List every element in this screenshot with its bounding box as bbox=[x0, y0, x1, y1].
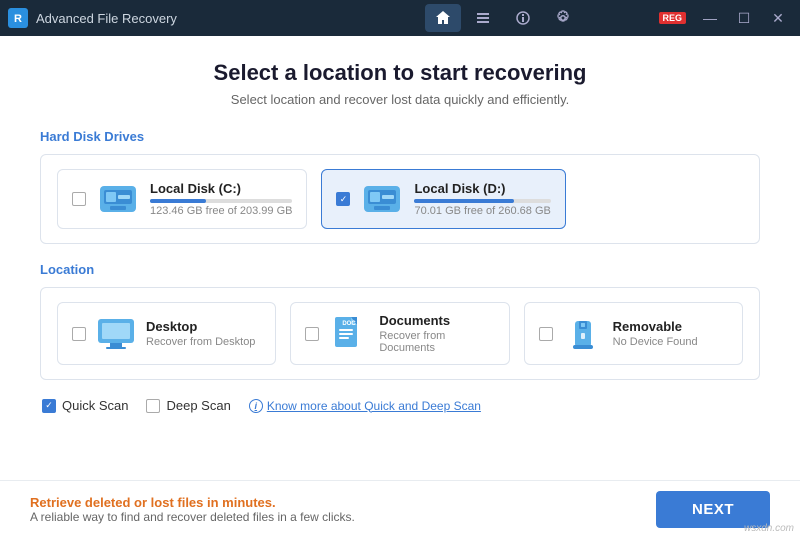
page-title: Select a location to start recovering bbox=[40, 60, 760, 86]
watermark: wsxdn.com bbox=[744, 523, 794, 534]
location-documents[interactable]: DOC Documents Recover from Documents bbox=[290, 302, 509, 365]
svg-text:R: R bbox=[14, 13, 22, 25]
removable-info: Removable No Device Found bbox=[613, 319, 698, 348]
drive-d[interactable]: ✓ Local Disk (D:) 70.01 GB free of 26 bbox=[321, 169, 565, 229]
main-content: Select a location to start recovering Se… bbox=[0, 36, 800, 538]
app-title: Advanced File Recovery bbox=[36, 11, 347, 26]
quick-scan-label: Quick Scan bbox=[62, 398, 128, 413]
deep-scan-option[interactable]: Deep Scan bbox=[146, 398, 230, 413]
page-subtitle: Select location and recover lost data qu… bbox=[40, 92, 760, 107]
desktop-info: Desktop Recover from Desktop bbox=[146, 319, 255, 348]
removable-sub: No Device Found bbox=[613, 336, 698, 348]
promo-line2: A reliable way to find and recover delet… bbox=[30, 510, 355, 524]
drive-d-space: 70.01 GB free of 260.68 GB bbox=[414, 205, 550, 217]
drive-d-bar-fill bbox=[414, 199, 514, 203]
location-label: Location bbox=[40, 262, 760, 277]
quick-scan-checkbox[interactable]: ✓ bbox=[42, 399, 56, 413]
info-icon: i bbox=[249, 399, 263, 413]
scan-link[interactable]: i Know more about Quick and Deep Scan bbox=[249, 399, 481, 413]
documents-name: Documents bbox=[379, 313, 494, 328]
drive-c-info: Local Disk (C:) 123.46 GB free of 203.99… bbox=[150, 181, 292, 217]
maximize-button[interactable]: ☐ bbox=[730, 7, 758, 29]
hard-disk-label: Hard Disk Drives bbox=[40, 129, 760, 144]
nav-settings[interactable] bbox=[545, 4, 581, 32]
desktop-sub: Recover from Desktop bbox=[146, 336, 255, 348]
drive-d-checkbox[interactable]: ✓ bbox=[336, 192, 350, 206]
deep-scan-label: Deep Scan bbox=[166, 398, 230, 413]
drive-d-bar bbox=[414, 199, 550, 203]
drive-c[interactable]: Local Disk (C:) 123.46 GB free of 203.99… bbox=[57, 169, 307, 229]
location-row: Desktop Recover from Desktop DOC bbox=[57, 302, 743, 365]
reg-badge: REG bbox=[659, 12, 687, 24]
documents-icon: DOC bbox=[329, 315, 369, 353]
drive-d-info: Local Disk (D:) 70.01 GB free of 260.68 … bbox=[414, 181, 550, 217]
nav-list[interactable] bbox=[465, 4, 501, 32]
location-desktop[interactable]: Desktop Recover from Desktop bbox=[57, 302, 276, 365]
titlebar-controls: REG — ☐ ✕ bbox=[659, 7, 793, 29]
desktop-icon bbox=[96, 315, 136, 353]
drive-c-checkbox[interactable] bbox=[72, 192, 86, 206]
drive-c-bar bbox=[150, 199, 292, 203]
content-area: Select a location to start recovering Se… bbox=[0, 36, 800, 480]
documents-info: Documents Recover from Documents bbox=[379, 313, 494, 354]
documents-sub: Recover from Documents bbox=[379, 330, 494, 354]
drive-d-name: Local Disk (D:) bbox=[414, 181, 550, 196]
nav-info[interactable] bbox=[505, 4, 541, 32]
scan-link-label: Know more about Quick and Deep Scan bbox=[267, 399, 481, 413]
app-logo: R bbox=[8, 8, 28, 28]
removable-icon bbox=[563, 315, 603, 353]
documents-checkbox[interactable] bbox=[305, 327, 319, 341]
desktop-checkbox[interactable] bbox=[72, 327, 86, 341]
removable-name: Removable bbox=[613, 319, 698, 334]
drive-c-icon bbox=[96, 180, 140, 218]
scan-options: ✓ Quick Scan Deep Scan i Know more about… bbox=[40, 394, 760, 417]
drive-c-space: 123.46 GB free of 203.99 GB bbox=[150, 205, 292, 217]
drive-d-icon bbox=[360, 180, 404, 218]
promo-line1: Retrieve deleted or lost files in minute… bbox=[30, 495, 355, 510]
svg-text:DOC: DOC bbox=[343, 321, 357, 327]
bottom-bar: Retrieve deleted or lost files in minute… bbox=[0, 480, 800, 538]
drives-row: Local Disk (C:) 123.46 GB free of 203.99… bbox=[57, 169, 743, 229]
minimize-button[interactable]: — bbox=[696, 7, 724, 29]
titlebar-nav bbox=[347, 4, 658, 32]
drives-section: Local Disk (C:) 123.46 GB free of 203.99… bbox=[40, 154, 760, 244]
location-removable[interactable]: Removable No Device Found bbox=[524, 302, 743, 365]
deep-scan-checkbox[interactable] bbox=[146, 399, 160, 413]
nav-home[interactable] bbox=[425, 4, 461, 32]
titlebar: R Advanced File Recovery REG — ☐ ✕ bbox=[0, 0, 800, 36]
bottom-promo: Retrieve deleted or lost files in minute… bbox=[30, 495, 355, 524]
drive-c-bar-fill bbox=[150, 199, 206, 203]
location-section: Desktop Recover from Desktop DOC bbox=[40, 287, 760, 380]
quick-scan-option[interactable]: ✓ Quick Scan bbox=[42, 398, 128, 413]
close-button[interactable]: ✕ bbox=[764, 7, 792, 29]
desktop-name: Desktop bbox=[146, 319, 255, 334]
removable-checkbox[interactable] bbox=[539, 327, 553, 341]
drive-c-name: Local Disk (C:) bbox=[150, 181, 292, 196]
